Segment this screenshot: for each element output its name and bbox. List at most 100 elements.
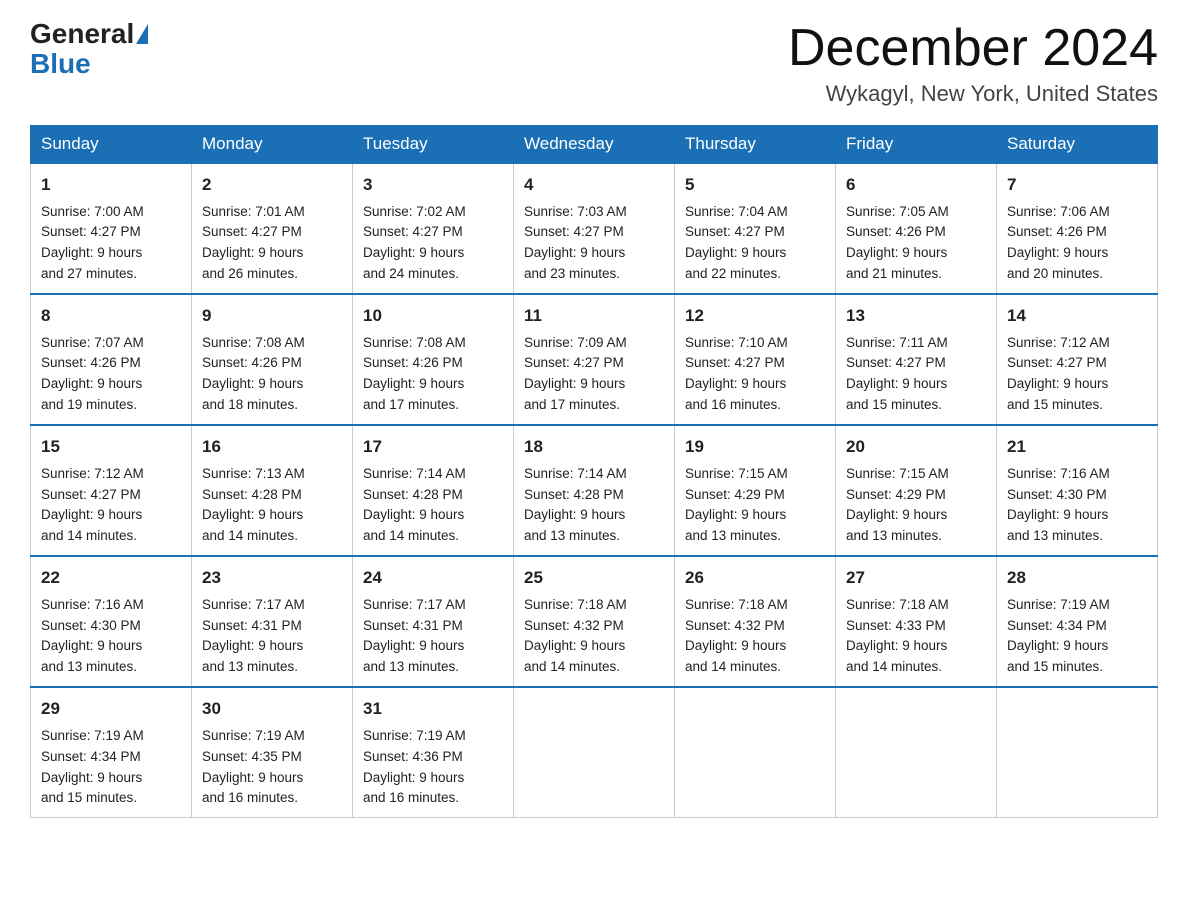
logo-triangle-icon [136,24,148,44]
calendar-cell [836,687,997,818]
day-number: 17 [363,434,503,460]
day-number: 12 [685,303,825,329]
day-number: 27 [846,565,986,591]
col-header-wednesday: Wednesday [514,126,675,164]
calendar-cell: 13 Sunrise: 7:11 AMSunset: 4:27 PMDaylig… [836,294,997,425]
day-number: 7 [1007,172,1147,198]
calendar-cell: 24 Sunrise: 7:17 AMSunset: 4:31 PMDaylig… [353,556,514,687]
calendar-cell: 20 Sunrise: 7:15 AMSunset: 4:29 PMDaylig… [836,425,997,556]
location: Wykagyl, New York, United States [788,81,1158,107]
day-info: Sunrise: 7:15 AMSunset: 4:29 PMDaylight:… [685,466,788,544]
day-info: Sunrise: 7:16 AMSunset: 4:30 PMDaylight:… [1007,466,1110,544]
day-info: Sunrise: 7:05 AMSunset: 4:26 PMDaylight:… [846,204,949,282]
day-info: Sunrise: 7:11 AMSunset: 4:27 PMDaylight:… [846,335,948,413]
day-info: Sunrise: 7:17 AMSunset: 4:31 PMDaylight:… [363,597,466,675]
calendar-cell: 25 Sunrise: 7:18 AMSunset: 4:32 PMDaylig… [514,556,675,687]
day-number: 15 [41,434,181,460]
col-header-sunday: Sunday [31,126,192,164]
day-number: 26 [685,565,825,591]
week-row-4: 22 Sunrise: 7:16 AMSunset: 4:30 PMDaylig… [31,556,1158,687]
day-info: Sunrise: 7:04 AMSunset: 4:27 PMDaylight:… [685,204,788,282]
day-number: 8 [41,303,181,329]
calendar-cell: 30 Sunrise: 7:19 AMSunset: 4:35 PMDaylig… [192,687,353,818]
calendar-cell: 1 Sunrise: 7:00 AMSunset: 4:27 PMDayligh… [31,163,192,294]
calendar-cell: 19 Sunrise: 7:15 AMSunset: 4:29 PMDaylig… [675,425,836,556]
day-number: 14 [1007,303,1147,329]
day-number: 18 [524,434,664,460]
day-info: Sunrise: 7:18 AMSunset: 4:33 PMDaylight:… [846,597,949,675]
day-info: Sunrise: 7:12 AMSunset: 4:27 PMDaylight:… [1007,335,1110,413]
calendar-cell: 29 Sunrise: 7:19 AMSunset: 4:34 PMDaylig… [31,687,192,818]
day-info: Sunrise: 7:06 AMSunset: 4:26 PMDaylight:… [1007,204,1110,282]
calendar-cell: 6 Sunrise: 7:05 AMSunset: 4:26 PMDayligh… [836,163,997,294]
day-number: 29 [41,696,181,722]
calendar-cell: 28 Sunrise: 7:19 AMSunset: 4:34 PMDaylig… [997,556,1158,687]
calendar-cell: 16 Sunrise: 7:13 AMSunset: 4:28 PMDaylig… [192,425,353,556]
calendar-header-row: SundayMondayTuesdayWednesdayThursdayFrid… [31,126,1158,164]
logo: General Blue [30,20,150,80]
day-info: Sunrise: 7:18 AMSunset: 4:32 PMDaylight:… [524,597,627,675]
calendar-cell [514,687,675,818]
day-info: Sunrise: 7:12 AMSunset: 4:27 PMDaylight:… [41,466,144,544]
calendar-cell: 12 Sunrise: 7:10 AMSunset: 4:27 PMDaylig… [675,294,836,425]
day-number: 6 [846,172,986,198]
day-number: 9 [202,303,342,329]
col-header-friday: Friday [836,126,997,164]
day-number: 24 [363,565,503,591]
day-info: Sunrise: 7:09 AMSunset: 4:27 PMDaylight:… [524,335,627,413]
day-number: 4 [524,172,664,198]
day-number: 11 [524,303,664,329]
day-info: Sunrise: 7:01 AMSunset: 4:27 PMDaylight:… [202,204,305,282]
col-header-thursday: Thursday [675,126,836,164]
day-info: Sunrise: 7:19 AMSunset: 4:35 PMDaylight:… [202,728,305,806]
day-info: Sunrise: 7:14 AMSunset: 4:28 PMDaylight:… [363,466,466,544]
calendar-cell: 10 Sunrise: 7:08 AMSunset: 4:26 PMDaylig… [353,294,514,425]
calendar-cell: 21 Sunrise: 7:16 AMSunset: 4:30 PMDaylig… [997,425,1158,556]
calendar-cell: 22 Sunrise: 7:16 AMSunset: 4:30 PMDaylig… [31,556,192,687]
calendar-cell [997,687,1158,818]
month-title: December 2024 [788,20,1158,77]
calendar-cell: 9 Sunrise: 7:08 AMSunset: 4:26 PMDayligh… [192,294,353,425]
calendar-cell: 2 Sunrise: 7:01 AMSunset: 4:27 PMDayligh… [192,163,353,294]
week-row-2: 8 Sunrise: 7:07 AMSunset: 4:26 PMDayligh… [31,294,1158,425]
day-number: 28 [1007,565,1147,591]
calendar-cell: 8 Sunrise: 7:07 AMSunset: 4:26 PMDayligh… [31,294,192,425]
day-info: Sunrise: 7:08 AMSunset: 4:26 PMDaylight:… [202,335,305,413]
day-number: 22 [41,565,181,591]
logo-blue-text: Blue [30,48,91,79]
calendar-cell: 27 Sunrise: 7:18 AMSunset: 4:33 PMDaylig… [836,556,997,687]
calendar-cell: 3 Sunrise: 7:02 AMSunset: 4:27 PMDayligh… [353,163,514,294]
calendar-cell: 23 Sunrise: 7:17 AMSunset: 4:31 PMDaylig… [192,556,353,687]
day-info: Sunrise: 7:02 AMSunset: 4:27 PMDaylight:… [363,204,466,282]
calendar-cell: 5 Sunrise: 7:04 AMSunset: 4:27 PMDayligh… [675,163,836,294]
calendar-cell: 26 Sunrise: 7:18 AMSunset: 4:32 PMDaylig… [675,556,836,687]
day-info: Sunrise: 7:16 AMSunset: 4:30 PMDaylight:… [41,597,144,675]
calendar-cell: 11 Sunrise: 7:09 AMSunset: 4:27 PMDaylig… [514,294,675,425]
day-info: Sunrise: 7:10 AMSunset: 4:27 PMDaylight:… [685,335,788,413]
day-info: Sunrise: 7:19 AMSunset: 4:34 PMDaylight:… [41,728,144,806]
day-number: 2 [202,172,342,198]
calendar-cell: 7 Sunrise: 7:06 AMSunset: 4:26 PMDayligh… [997,163,1158,294]
day-number: 21 [1007,434,1147,460]
col-header-monday: Monday [192,126,353,164]
day-info: Sunrise: 7:14 AMSunset: 4:28 PMDaylight:… [524,466,627,544]
calendar-cell: 4 Sunrise: 7:03 AMSunset: 4:27 PMDayligh… [514,163,675,294]
calendar-cell: 17 Sunrise: 7:14 AMSunset: 4:28 PMDaylig… [353,425,514,556]
day-info: Sunrise: 7:08 AMSunset: 4:26 PMDaylight:… [363,335,466,413]
logo-general-text: General [30,20,134,48]
day-number: 5 [685,172,825,198]
col-header-saturday: Saturday [997,126,1158,164]
day-number: 20 [846,434,986,460]
day-number: 31 [363,696,503,722]
day-info: Sunrise: 7:19 AMSunset: 4:36 PMDaylight:… [363,728,466,806]
calendar-cell: 15 Sunrise: 7:12 AMSunset: 4:27 PMDaylig… [31,425,192,556]
day-number: 13 [846,303,986,329]
day-info: Sunrise: 7:19 AMSunset: 4:34 PMDaylight:… [1007,597,1110,675]
calendar-table: SundayMondayTuesdayWednesdayThursdayFrid… [30,125,1158,818]
day-info: Sunrise: 7:00 AMSunset: 4:27 PMDaylight:… [41,204,144,282]
page-header: General Blue December 2024 Wykagyl, New … [30,20,1158,107]
day-info: Sunrise: 7:13 AMSunset: 4:28 PMDaylight:… [202,466,305,544]
day-number: 1 [41,172,181,198]
day-info: Sunrise: 7:03 AMSunset: 4:27 PMDaylight:… [524,204,627,282]
week-row-5: 29 Sunrise: 7:19 AMSunset: 4:34 PMDaylig… [31,687,1158,818]
